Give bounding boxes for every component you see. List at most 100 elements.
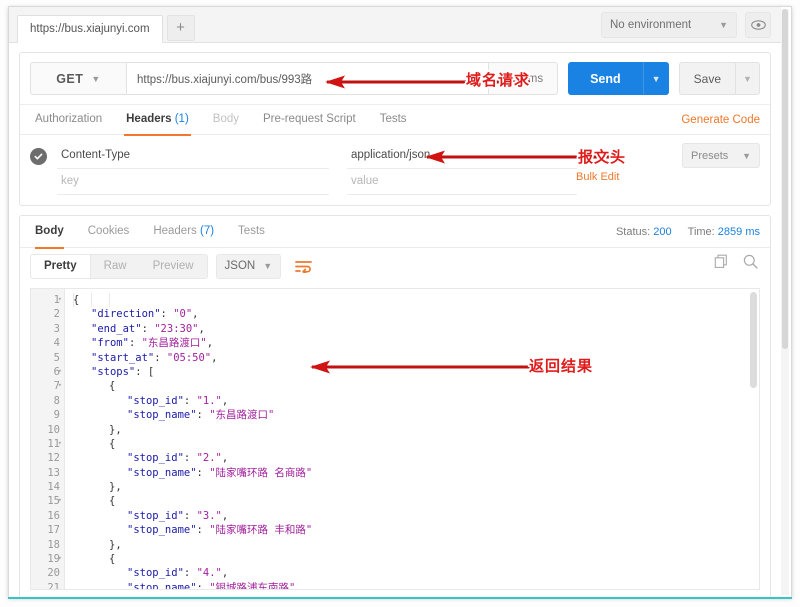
status-value: 200 [653, 225, 672, 238]
response-meta: Status: 200 Time: 2859 ms [616, 226, 760, 238]
send-button[interactable]: Send [568, 62, 643, 95]
response-tab-cookies-label: Cookies [87, 224, 130, 237]
search-icon[interactable] [743, 254, 758, 274]
params-button[interactable]: Params [489, 62, 559, 95]
save-group: Save ▼ [678, 62, 760, 95]
fold-toggle-icon[interactable]: ▾ [56, 555, 62, 562]
code-line: { [109, 380, 116, 393]
tab-pre-request-script[interactable]: Pre-request Script [251, 104, 368, 135]
fold-toggle-icon[interactable]: ▾ [56, 296, 62, 303]
view-mode-raw[interactable]: Raw [91, 255, 140, 278]
response-tab-cookies[interactable]: Cookies [76, 216, 142, 248]
line-number: 11 ▾ [47, 437, 62, 450]
response-tab-body[interactable]: Body [30, 216, 76, 249]
line-number: 8 [53, 394, 60, 407]
send-options-caret[interactable]: ▼ [642, 62, 669, 95]
code-line: "stop_name": "陆家嘴环路 名商路" [127, 466, 313, 479]
header-key-input-empty[interactable]: key [57, 169, 329, 195]
line-number: 17 [47, 524, 60, 537]
tab-pre-request-script-label: Pre-request Script [263, 113, 356, 125]
code-line: { [109, 553, 116, 566]
line-number: 12 [47, 452, 60, 465]
chevron-down-icon: ▼ [91, 73, 101, 84]
tab-headers-label: Headers [126, 113, 172, 125]
line-number: 14 [47, 481, 60, 494]
environment-area: No environment ▼ [601, 12, 771, 38]
header-value-input[interactable]: application/json [347, 143, 577, 169]
line-number: 9 [53, 409, 60, 422]
view-mode-segment: Pretty Raw Preview [30, 253, 208, 279]
generate-code-link[interactable]: Generate Code [681, 114, 760, 126]
fold-toggle-icon[interactable]: ▾ [56, 497, 62, 504]
add-tab-button[interactable]: + [166, 15, 195, 41]
code-line: }, [109, 538, 122, 551]
word-wrap-icon[interactable] [291, 254, 315, 278]
line-number: 15 ▾ [47, 495, 62, 508]
code-line: "direction": "0", [91, 308, 199, 321]
tab-body[interactable]: Body [201, 104, 251, 135]
header-key-input[interactable]: Content-Type [57, 143, 329, 169]
line-number: 6 ▾ [53, 365, 62, 378]
code-content: {"direction": "0", "end_at": "23:30", "fro… [65, 289, 759, 589]
line-number: 19 ▾ [47, 553, 62, 566]
response-tab-tests[interactable]: Tests [226, 216, 277, 248]
response-tab-body-label: Body [35, 224, 64, 237]
line-number: 2 [53, 308, 60, 321]
chevron-down-icon: ▼ [719, 20, 728, 30]
http-method-select[interactable]: GET ▼ [30, 62, 126, 95]
code-line: "stop_name": "东昌路渡口" [127, 409, 275, 422]
tab-headers[interactable]: Headers (1) [114, 104, 201, 136]
environment-select[interactable]: No environment ▼ [601, 12, 737, 38]
time-value: 2859 ms [717, 225, 760, 238]
header-enabled-checkbox[interactable] [30, 147, 47, 165]
code-line: "stop_id": "3.", [127, 509, 229, 522]
header-row: Content-Type application/json [30, 143, 760, 169]
header-value-input-empty[interactable]: value [347, 169, 577, 195]
format-select[interactable]: JSON ▼ [215, 253, 282, 279]
bulk-edit-link[interactable]: Bulk Edit [576, 171, 619, 183]
fold-toggle-icon[interactable]: ▾ [56, 439, 62, 446]
line-number: 10 [47, 423, 60, 436]
code-line: "start_at": "05:50", [91, 351, 218, 364]
tab-tests[interactable]: Tests [368, 104, 419, 135]
view-mode-preview[interactable]: Preview [140, 255, 207, 278]
request-bar: GET ▼ https://bus.xiajunyi.com/bus/993路 … [20, 53, 770, 104]
chevron-down-icon: ▼ [742, 150, 751, 161]
format-label: JSON [224, 260, 256, 272]
tab-authorization[interactable]: Authorization [30, 104, 114, 135]
line-number: 20 [47, 567, 60, 580]
code-vertical-scrollbar[interactable] [750, 292, 757, 388]
presets-dropdown[interactable]: Presets ▼ [682, 143, 760, 168]
save-button[interactable]: Save [678, 62, 736, 95]
header-rows: Content-Type application/json key value … [20, 135, 770, 205]
line-number: 18 [47, 538, 60, 551]
code-line: "stop_id": "1.", [127, 394, 229, 407]
code-line: "stop_id": "2.", [127, 452, 229, 465]
url-input[interactable]: https://bus.xiajunyi.com/bus/993路 [126, 62, 490, 95]
code-line: { [109, 437, 116, 450]
code-view: 1▾23456▾7▾891011▾12131415▾16171819▾20212… [31, 289, 759, 589]
tab-body-label: Body [212, 113, 239, 125]
eye-icon[interactable] [745, 12, 771, 38]
response-card: Body Cookies Headers (7) Tests Status: 2… [19, 215, 771, 597]
fold-toggle-icon[interactable]: ▾ [56, 382, 62, 389]
view-mode-pretty[interactable]: Pretty [31, 254, 91, 278]
response-tab-headers-count: (7) [199, 224, 215, 237]
fold-toggle-icon[interactable]: ▾ [56, 367, 62, 374]
response-tab-tests-label: Tests [238, 224, 265, 237]
presets-label: Presets [691, 149, 729, 162]
save-options-caret[interactable]: ▼ [736, 62, 760, 95]
copy-icon[interactable] [714, 254, 729, 274]
code-line: "stop_id": "4.", [127, 567, 229, 580]
time-label: Time: [687, 225, 715, 238]
time-badge: Time: 2859 ms [688, 226, 760, 238]
code-line: "end_at": "23:30", [91, 322, 205, 335]
response-tool-icons [714, 254, 758, 274]
code-line: { [109, 495, 116, 508]
page-vertical-scrollbar[interactable] [781, 9, 789, 595]
request-tab[interactable]: https://bus.xiajunyi.com [17, 15, 163, 43]
response-body-editor[interactable]: 1▾23456▾7▾891011▾12131415▾16171819▾20212… [30, 288, 760, 590]
response-tab-headers[interactable]: Headers (7) [141, 216, 226, 248]
request-subtabs: Authorization Headers (1) Body Pre-reque… [20, 104, 770, 136]
request-card: GET ▼ https://bus.xiajunyi.com/bus/993路 … [19, 52, 771, 206]
